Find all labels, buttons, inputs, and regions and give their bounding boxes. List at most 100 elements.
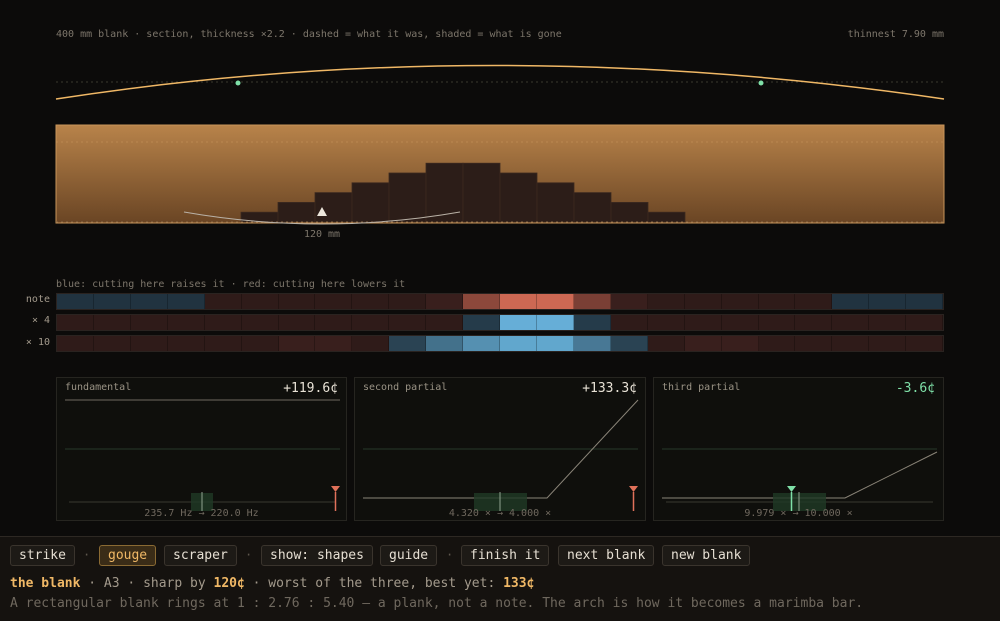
sensitivity-cell [610,315,648,330]
sensitivity-cell [130,336,168,351]
sensitivity-cell [130,315,168,330]
sensitivity-cell [832,294,870,309]
sensitivity-cell [278,315,316,330]
panel-title: fundamental [65,382,132,393]
sensitivity-cell [204,294,242,309]
sensitivity-cell [758,315,796,330]
sensitivity-cell [352,315,390,330]
sensitivity-cell [315,315,353,330]
second-partial-tuning-plot [363,399,639,511]
removed-step [351,182,390,223]
sens-row-label-note: note [25,294,50,305]
sensitivity-cell [536,336,574,351]
sensitivity-cell [536,315,574,330]
next-blank-button[interactable]: next blank [558,545,655,566]
sensitivity-cell [500,315,537,330]
sensitivity-cell [795,315,833,330]
cents-offset: +133.3¢ [582,381,637,396]
sensitivity-cell [463,294,501,309]
sensitivity-cell [832,336,870,351]
sensitivity-cell [278,294,316,309]
sensitivity-cell [758,294,796,309]
frequency-range: 235.7 Hz → 220.0 Hz [144,508,259,519]
sensitivity-cell [57,294,94,309]
sensitivity-cell [241,315,279,330]
panel-title: third partial [662,382,741,393]
sensitivity-cell [721,336,759,351]
new-blank-button[interactable]: new blank [662,545,751,566]
panel-title: second partial [363,382,448,393]
sensitivity-cell [315,294,353,309]
sensitivity-cell [906,294,944,309]
panel-third-partial: third partial -3.6¢ 9.979 × → 10.000 × [653,377,944,521]
sensitivity-cell [500,294,537,309]
removed-step [314,192,353,223]
show-shapes-toggle[interactable]: show: shapes [261,545,373,566]
mode-shape-curve [55,64,945,100]
sensitivity-cell [389,294,427,309]
guide-button[interactable]: guide [380,545,438,566]
bar-section-view[interactable]: 120 mm [0,0,1000,280]
current-marker-arrow [787,486,796,492]
sensitivity-cell [463,336,501,351]
sensitivity-cell [57,336,94,351]
separator: · [446,548,454,562]
sensitivity-cell [721,315,759,330]
separator: · [83,548,91,562]
status-best-value: 133¢ [503,576,535,591]
tool-position-label: 120 mm [304,229,340,240]
sensitivity-cell [167,336,205,351]
sensitivity-cell [130,294,168,309]
sens-row-label-x4: × 4 [31,315,50,326]
sensitivity-cell [610,336,648,351]
sens-row-label-x10: × 10 [25,337,50,348]
sensitivity-cell [241,336,279,351]
status-line: the blank · A3 · sharp by 120¢ · worst o… [10,576,534,591]
sensitivity-cell [204,315,242,330]
sensitivity-cell [647,336,685,351]
removed-step [277,201,316,223]
sensitivity-cell [647,315,685,330]
cents-offset: -3.6¢ [895,381,935,396]
sensitivity-cell [93,294,131,309]
sensitivity-cell [315,336,353,351]
finish-button[interactable]: finish it [461,545,550,566]
current-marker-arrow [629,486,638,492]
panel-second-partial: second partial +133.3¢ 4.320 × → 4.000 × [354,377,646,521]
sensitivity-row-note[interactable] [56,293,944,310]
sensitivity-cell [684,294,722,309]
node-marker-right [758,80,764,86]
sensitivity-cell [500,336,537,351]
sensitivity-cell [869,336,907,351]
sensitivity-cell [426,336,464,351]
sensitivity-cell [610,294,648,309]
sensitivity-cell [167,315,205,330]
sensitivity-row-x10[interactable] [56,335,944,352]
sensitivity-cell [352,294,390,309]
current-marker-arrow [331,486,340,492]
removed-step [462,162,501,223]
gouge-tool-button[interactable]: gouge [99,545,157,566]
sensitivity-cell [204,336,242,351]
ratio-range: 9.979 × → 10.000 × [744,508,853,519]
sensitivity-cell [795,336,833,351]
description-line: A rectangular blank rings at 1 : 2.76 : … [10,596,864,611]
removed-step [610,201,649,223]
sensitivity-cell [647,294,685,309]
sensitivity-cell [352,336,390,351]
status-blank-label: the blank [10,576,81,591]
status-note: · A3 · sharp by [80,576,214,591]
strike-button[interactable]: strike [10,545,75,566]
scraper-tool-button[interactable]: scraper [164,545,237,566]
sensitivity-cell [573,315,611,330]
sensitivity-row-x4[interactable] [56,314,944,331]
sensitivity-cell [869,315,907,330]
third-partial-tuning-plot [662,448,938,511]
sensitivity-cell [684,336,722,351]
sensitivity-cell [758,336,796,351]
removed-step [388,172,427,223]
sensitivity-cell [573,294,611,309]
status-sharp-value: 120¢ [213,576,245,591]
panel-fundamental: fundamental +119.6¢ 235.7 Hz → 220.0 Hz [56,377,347,521]
fundamental-tuning-plot [65,399,340,511]
